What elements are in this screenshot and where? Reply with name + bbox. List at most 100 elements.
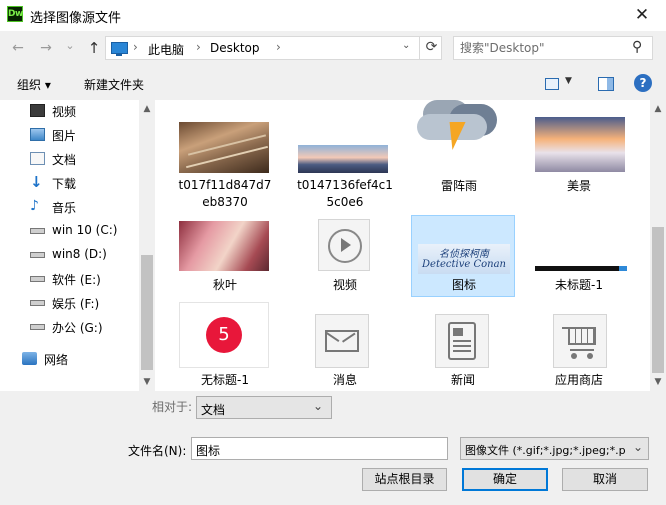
nav-item-label: 视频: [52, 105, 77, 119]
file-caption: 5c0e6: [326, 195, 364, 209]
file-caption: 美景: [566, 179, 591, 193]
nav-item-label: win8 (D:): [52, 247, 107, 261]
nav-item[interactable]: 视频: [30, 101, 138, 121]
dreamweaver-app-icon: Dw: [7, 6, 23, 22]
help-icon[interactable]: ?: [634, 74, 652, 92]
scroll-down-icon[interactable]: ▼: [140, 377, 154, 387]
address-dropdown-icon[interactable]: ⌄: [402, 40, 410, 51]
drive-icon: [30, 228, 45, 234]
relative-to-select[interactable]: 文档 ⌄: [196, 396, 332, 419]
nav-item[interactable]: ♪ 音乐: [30, 197, 138, 217]
nav-item-label: 娱乐 (F:): [52, 297, 100, 311]
detective-conan-thumbnail: 名侦探柯南 Detective Conan: [418, 244, 510, 274]
drive-icon: [30, 300, 45, 306]
documents-icon: [30, 152, 45, 165]
ok-button[interactable]: 确定: [462, 468, 548, 491]
preview-pane-icon[interactable]: [598, 77, 614, 91]
nav-item[interactable]: 图片: [30, 125, 138, 145]
new-folder-button[interactable]: 新建文件夹: [84, 76, 144, 93]
nav-item[interactable]: win8 (D:): [30, 245, 138, 265]
file-item-scenery[interactable]: 美景: [527, 100, 631, 193]
file-type-select[interactable]: 图像文件 (*.gif;*.jpg;*.jpeg;*.p ⌄: [460, 437, 649, 460]
file-caption: 视频: [332, 278, 357, 292]
back-arrow-icon[interactable]: ←: [8, 38, 28, 58]
breadcrumb-this-pc[interactable]: 此电脑: [148, 41, 184, 58]
filename-label: 文件名(N):: [128, 444, 187, 458]
breadcrumb-separator-icon: ›: [196, 40, 201, 54]
site-root-button[interactable]: 站点根目录: [362, 468, 447, 491]
file-caption: 未标题-1: [555, 278, 603, 292]
file-caption: 无标题-1: [201, 373, 249, 387]
file-list-scrollbar-thumb[interactable]: [652, 227, 664, 373]
view-options-icon[interactable]: ▼: [545, 76, 575, 92]
nav-item[interactable]: ↓ 下载: [30, 173, 138, 193]
filename-value: 图标: [196, 444, 221, 458]
file-caption: 新闻: [450, 373, 475, 387]
this-pc-icon-stand: [116, 54, 122, 56]
file-item-news[interactable]: 新闻: [411, 300, 515, 387]
thunderstorm-icon: [415, 100, 505, 172]
refresh-icon[interactable]: ⟳: [419, 36, 443, 60]
file-item-untitled-1[interactable]: 未标题-1: [527, 213, 631, 297]
nav-item-label: 软件 (E:): [52, 273, 101, 287]
nav-scrollbar-thumb[interactable]: [141, 255, 153, 370]
music-icon: ♪: [30, 198, 39, 214]
breadcrumb-desktop[interactable]: Desktop: [210, 41, 260, 55]
drive-icon: [30, 276, 45, 282]
this-pc-icon: [111, 42, 128, 54]
chevron-down-icon: ⌄: [633, 440, 644, 454]
search-input[interactable]: [460, 41, 620, 55]
scroll-down-icon[interactable]: ▼: [651, 377, 665, 387]
file-caption: t017f11d847d7: [178, 178, 272, 192]
file-caption: 图标: [451, 278, 476, 292]
shopping-cart-icon: [553, 314, 607, 368]
close-button[interactable]: ✕: [622, 3, 662, 29]
file-item-message[interactable]: 消息: [293, 300, 397, 387]
nav-item-label: 办公 (G:): [52, 321, 103, 335]
envelope-icon: [315, 314, 369, 368]
organize-menu[interactable]: 组织 ▾: [17, 76, 51, 93]
scroll-up-icon[interactable]: ▲: [140, 104, 154, 114]
file-item-t017f11d847d7eb8370[interactable]: t017f11d847d7 eb8370: [173, 118, 277, 209]
file-caption: eb8370: [202, 195, 248, 209]
badge-thumbnail: 5: [179, 302, 269, 368]
file-list-scrollbar[interactable]: ▲ ▼: [650, 100, 666, 391]
autumn-leaves-thumbnail: [179, 221, 269, 271]
search-icon[interactable]: ⚲: [632, 39, 642, 55]
file-item-untitled-badge[interactable]: 5 无标题-1: [173, 300, 277, 387]
untitled-black-bar-thumbnail: [535, 266, 627, 271]
file-item-app-store[interactable]: 应用商店: [527, 300, 631, 387]
breadcrumb-separator-icon: ›: [276, 40, 281, 54]
scenery-thumbnail: [535, 117, 625, 172]
file-item-autumn-leaves[interactable]: 秋叶: [173, 213, 277, 297]
nav-item-label: 网络: [44, 353, 69, 367]
nav-item[interactable]: 娱乐 (F:): [30, 293, 138, 313]
file-item-thunderstorm[interactable]: 雷阵雨: [407, 100, 511, 193]
nav-item[interactable]: 办公 (G:): [30, 317, 138, 337]
breadcrumb-separator-icon: ›: [133, 40, 138, 54]
notification-badge: 5: [206, 317, 242, 353]
file-list: t017f11d847d7 eb8370 t0147136fef4c1 5c0e…: [155, 100, 650, 391]
scroll-up-icon[interactable]: ▲: [651, 104, 665, 114]
forward-arrow-icon[interactable]: →: [36, 38, 56, 58]
video-icon: [30, 104, 45, 117]
filename-field[interactable]: 图标: [191, 437, 448, 460]
nav-item-label: 文档: [52, 153, 77, 167]
news-icon: [435, 314, 489, 368]
recent-locations-chevron-icon[interactable]: ⌄: [60, 36, 80, 56]
nav-item[interactable]: win 10 (C:): [30, 221, 138, 241]
file-item-t0147136fef4c15c0e6[interactable]: t0147136fef4c1 5c0e6: [293, 118, 397, 209]
cancel-button[interactable]: 取消: [562, 468, 648, 491]
address-bar[interactable]: › 此电脑 › Desktop › ⌄: [105, 36, 442, 60]
file-caption: 雷阵雨: [440, 179, 477, 193]
nav-scrollbar[interactable]: ▲ ▼: [139, 100, 155, 391]
up-arrow-icon[interactable]: ↑: [84, 38, 104, 58]
nav-item[interactable]: 软件 (E:): [30, 269, 138, 289]
window-title: 选择图像源文件: [30, 11, 122, 26]
file-item-icon-selected[interactable]: 名侦探柯南 Detective Conan 图标: [411, 215, 515, 297]
nav-item[interactable]: 文档: [30, 149, 138, 169]
nav-item-label: 图片: [52, 129, 77, 143]
file-caption: t0147136fef4c1: [297, 178, 393, 192]
nav-item[interactable]: 网络: [22, 349, 130, 369]
file-item-video[interactable]: 视频: [293, 213, 397, 297]
